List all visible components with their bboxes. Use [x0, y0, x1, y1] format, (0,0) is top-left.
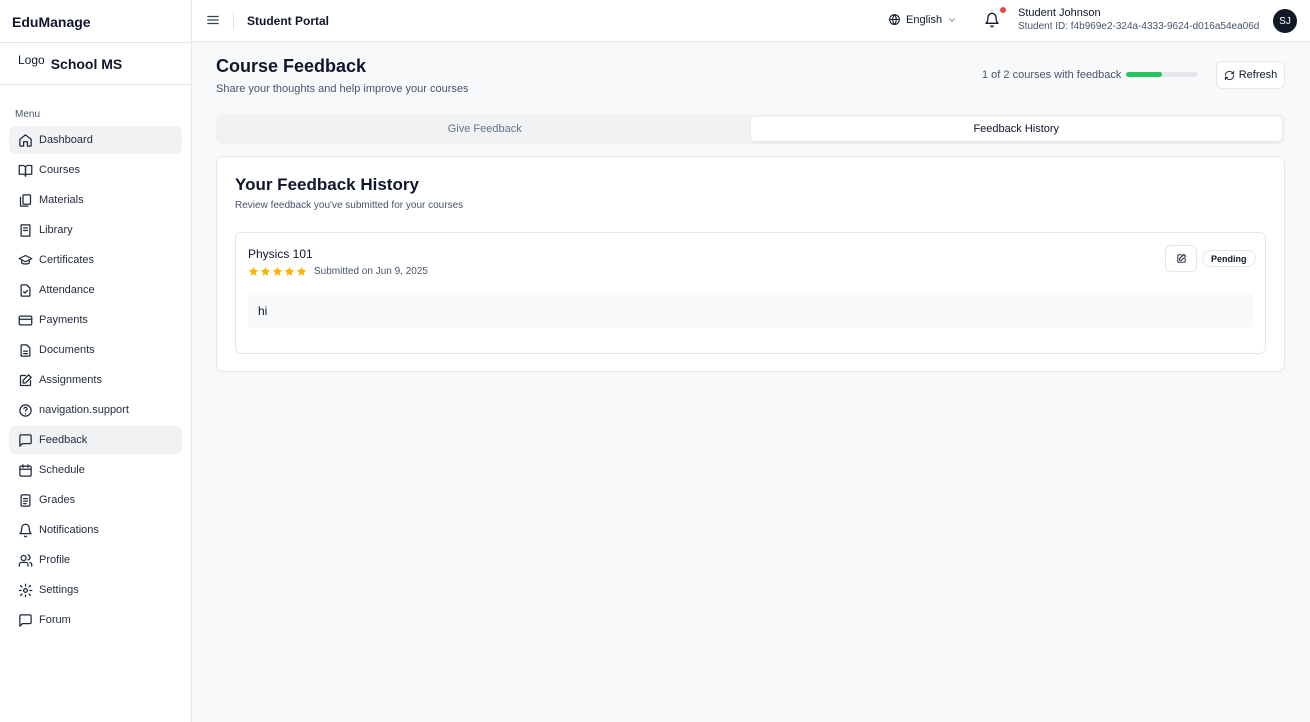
sidebar-item-certificates[interactable]: Certificates [9, 246, 182, 274]
sidebar-item-label: Feedback [39, 434, 88, 446]
sidebar-item-attendance[interactable]: Attendance [9, 276, 182, 304]
menu-label: Menu [15, 109, 41, 120]
sidebar-item-documents[interactable]: Documents [9, 336, 182, 364]
history-subtitle: Review feedback you've submitted for you… [235, 200, 464, 211]
sidebar-item-label: Dashboard [39, 134, 93, 146]
sidebar-item-notifications[interactable]: Notifications [9, 516, 182, 544]
notification-dot [1000, 7, 1006, 13]
sidebar-item-feedback[interactable]: Feedback [9, 426, 182, 454]
message-square-icon [19, 613, 32, 627]
sidebar-item-label: navigation.support [39, 404, 129, 416]
topbar-divider [233, 12, 234, 30]
calendar-icon [19, 463, 32, 477]
star-icon [260, 266, 271, 276]
sidebar-item-forum[interactable]: Forum [9, 606, 182, 634]
sidebar-item-label: Attendance [39, 284, 95, 296]
users-icon [18, 553, 33, 567]
clipboard-list-icon [20, 493, 31, 507]
feedback-progress-fill [1126, 72, 1162, 77]
school-logo: Logo [18, 52, 45, 67]
history-title: Your Feedback History [235, 175, 419, 194]
course-name: Physics 101 [248, 247, 313, 261]
sidebar-item-label: Library [39, 224, 73, 236]
sidebar-item-label: Schedule [39, 464, 85, 476]
book-open-icon [18, 164, 33, 177]
star-icon [248, 266, 259, 276]
menu-icon[interactable] [206, 13, 220, 27]
star-icon [284, 266, 295, 276]
graduation-cap-icon [18, 254, 33, 265]
message-square-icon [19, 433, 32, 447]
star-icon [272, 266, 283, 276]
sidebar-item-schedule[interactable]: Schedule [9, 456, 182, 484]
sidebar-item-label: Documents [39, 344, 95, 356]
avatar[interactable]: SJ [1273, 9, 1297, 33]
tab-give-feedback[interactable]: Give Feedback [219, 117, 751, 141]
feedback-progress-bar [1126, 72, 1198, 77]
page-subtitle: Share your thoughts and help improve you… [216, 83, 469, 95]
sidebar-item-label: Settings [39, 584, 79, 596]
bell-icon [19, 523, 32, 537]
feedback-comment: hi [248, 293, 1253, 328]
pencil-square-icon [19, 373, 32, 386]
chevron-down-icon [949, 17, 955, 22]
user-id: Student ID: f4b969e2-324a-4333-9624-d016… [1018, 21, 1260, 32]
files-icon [19, 193, 32, 207]
book-icon [20, 223, 31, 237]
school-name: School MS [50, 55, 123, 72]
refresh-icon [1224, 70, 1234, 80]
status-badge: Pending [1202, 250, 1256, 267]
feedback-tabs: Give Feedback Feedback History [216, 114, 1285, 144]
feedback-history-card: Your Feedback History Review feedback yo… [216, 156, 1285, 372]
edit-icon [1176, 253, 1186, 263]
sidebar-item-label: Materials [39, 194, 84, 206]
app-brand: EduManage [0, 0, 191, 43]
feedback-entry: Physics 101 Submitted on Jun 9, 2025 Pen… [235, 232, 1266, 354]
sidebar-item-grades[interactable]: Grades [9, 486, 182, 514]
help-circle-icon [19, 403, 32, 417]
sidebar-item-dashboard[interactable]: Dashboard [9, 126, 182, 154]
school-header: Logo School MS [0, 43, 191, 85]
file-check-icon [20, 283, 31, 297]
language-label: English [906, 13, 943, 26]
user-name: Student Johnson [1018, 7, 1101, 19]
sidebar-item-label: Forum [39, 614, 71, 626]
refresh-label: Refresh [1238, 69, 1278, 81]
gear-icon [18, 583, 33, 597]
sidebar-item-label: Payments [39, 314, 88, 326]
sidebar-nav: Dashboard Courses Materials Library Cert… [0, 126, 191, 634]
sidebar-item-label: Certificates [39, 254, 95, 266]
tab-feedback-history[interactable]: Feedback History [750, 117, 1282, 141]
sidebar-item-label: Profile [39, 554, 71, 566]
sidebar: EduManage Logo School MS Menu Dashboard … [0, 0, 192, 722]
home-icon [19, 133, 32, 147]
globe-icon [889, 14, 900, 25]
sidebar-item-label: Grades [39, 494, 76, 506]
topbar: Student Portal English Student Johnson S… [192, 0, 1310, 42]
portal-title: Student Portal [247, 14, 330, 28]
page-title: Course Feedback [216, 56, 367, 76]
language-selector[interactable]: English [888, 13, 957, 26]
submitted-date: Submitted on Jun 9, 2025 [314, 266, 428, 277]
sidebar-item-support[interactable]: navigation.support [9, 396, 182, 424]
star-icon [296, 266, 307, 276]
credit-card-icon [18, 315, 33, 325]
sidebar-item-library[interactable]: Library [9, 216, 182, 244]
sidebar-item-label: Assignments [39, 374, 102, 386]
feedback-progress-text: 1 of 2 courses with feedback [982, 69, 1122, 81]
user-info: Student Johnson Student ID: f4b969e2-324… [1018, 7, 1259, 32]
sidebar-item-materials[interactable]: Materials [9, 186, 182, 214]
sidebar-item-profile[interactable]: Profile [9, 546, 182, 574]
sidebar-item-courses[interactable]: Courses [9, 156, 182, 184]
edit-feedback-button[interactable] [1165, 245, 1197, 272]
file-text-icon [20, 343, 31, 357]
star-rating: Submitted on Jun 9, 2025 [248, 266, 428, 277]
bell-icon[interactable] [984, 12, 1000, 28]
sidebar-item-payments[interactable]: Payments [9, 306, 182, 334]
sidebar-item-label: Courses [39, 164, 80, 176]
sidebar-item-label: Notifications [39, 524, 99, 536]
refresh-button[interactable]: Refresh [1216, 61, 1285, 89]
sidebar-item-settings[interactable]: Settings [9, 576, 182, 604]
sidebar-item-assignments[interactable]: Assignments [9, 366, 182, 394]
